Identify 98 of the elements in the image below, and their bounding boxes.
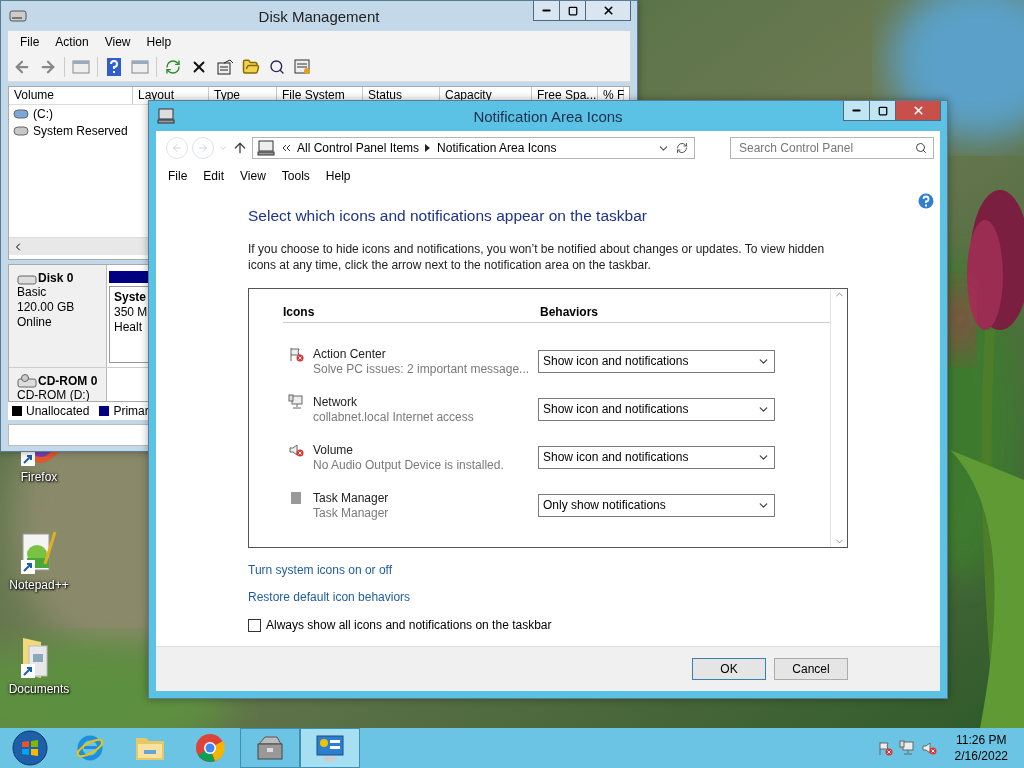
overflow-chevron-icon[interactable] [281, 144, 291, 152]
disk-name: CD-ROM 0 [38, 374, 98, 388]
console-tree-icon[interactable] [71, 57, 91, 77]
disk-name: Disk 0 [38, 271, 74, 285]
checkbox[interactable] [248, 618, 261, 632]
menu-item[interactable]: File [160, 169, 196, 183]
disk-volume-icon [13, 125, 29, 136]
window-title: Disk Management [258, 7, 380, 25]
window-title: Notification Area Icons [473, 107, 623, 125]
help-icon[interactable] [918, 193, 934, 209]
disk-info: 120.00 GB [17, 300, 75, 315]
ok-button[interactable]: OK [692, 658, 766, 680]
cancel-button[interactable]: Cancel [774, 658, 848, 680]
disk-info: CD-ROM (D:) [17, 388, 90, 401]
clock[interactable]: 11:26 PM 2/16/2022 [942, 732, 1018, 764]
checkbox-label[interactable]: Always show all icons and notifications on the taskbar [266, 618, 552, 632]
breadcrumb[interactable]: Notification Area Icons [437, 141, 557, 155]
drive-name[interactable]: System Reserved [33, 123, 128, 138]
search-field[interactable]: Search Control Panel [730, 137, 934, 159]
disk-drive-icon [9, 8, 27, 24]
breadcrumb[interactable]: All Control Panel Items [297, 141, 420, 155]
up-icon[interactable] [232, 140, 248, 156]
menu-item[interactable]: Edit [195, 169, 233, 183]
properties-icon[interactable] [215, 57, 235, 77]
browser-icon [75, 733, 105, 763]
icon-name: Network [313, 393, 358, 410]
menu-item[interactable]: Tools [273, 169, 318, 183]
computer-icon [157, 108, 175, 124]
forward-arrow-icon [197, 142, 209, 154]
legend-label: Primar [113, 404, 149, 418]
icon-description: No Audio Output Device is installed. [313, 457, 504, 473]
desktop-icon-label[interactable]: Documents [8, 682, 70, 696]
refresh-icon[interactable] [676, 142, 688, 154]
icon-description: collabnet.local Internet access [313, 409, 474, 425]
chrome-icon [195, 733, 225, 763]
partition-info: Healt [114, 320, 142, 335]
link[interactable]: Restore default icon behaviors [248, 590, 411, 604]
computer-icon [257, 140, 275, 156]
close-icon [911, 104, 925, 117]
behavior-dropdown[interactable]: Show icon and notifications [538, 445, 775, 469]
speaker-muted-icon [288, 441, 304, 458]
menu-item[interactable]: View [232, 169, 274, 183]
icon-name: Action Center [313, 345, 387, 362]
icon-description: Solve PC issues: 2 important message... [313, 361, 530, 377]
network-icon [288, 393, 304, 410]
behavior-dropdown[interactable]: Only show notifications [538, 493, 775, 517]
desktop-icon-label[interactable]: Notepad++ [9, 578, 69, 592]
flag-alert-icon [288, 345, 304, 362]
partition-info: 350 M [114, 305, 148, 320]
maximize-button[interactable] [869, 101, 896, 121]
flag-alert-icon[interactable] [876, 740, 893, 756]
breadcrumb-arrow-icon[interactable] [425, 144, 432, 152]
maximize-icon [877, 105, 888, 116]
icon-name: Task Manager [313, 489, 389, 506]
icon-description: Task Manager [313, 505, 389, 521]
network-icon[interactable] [898, 740, 915, 756]
taskbar-app-button[interactable] [240, 728, 300, 768]
menu-item[interactable]: File [12, 35, 48, 49]
disk-volume-icon [13, 108, 29, 119]
description-text: If you choose to hide icons and notifications, you won’t be notified about changes or updates. To view hidden icons at any time, click the arrow next to the notification area on the taskbar. [248, 241, 826, 273]
maximize-button[interactable] [559, 1, 586, 21]
minimize-button[interactable] [843, 101, 870, 121]
menu-item[interactable]: View [96, 35, 139, 49]
back-arrow-icon [171, 142, 183, 154]
close-button[interactable] [585, 1, 631, 21]
toolbox-icon [255, 734, 285, 762]
refresh-icon[interactable] [163, 57, 183, 77]
help-icon[interactable] [104, 57, 124, 77]
search-icon[interactable] [915, 142, 927, 154]
menu-item[interactable]: Help [138, 35, 180, 49]
maximize-icon [567, 5, 578, 16]
behavior-dropdown[interactable]: Show icon and notifications [538, 397, 775, 421]
link[interactable]: Turn system icons on or off [248, 563, 393, 577]
behavior-dropdown[interactable]: Show icon and notifications [538, 349, 775, 373]
control-panel-icon [314, 733, 346, 763]
desktop-icon-label[interactable]: Firefox [20, 470, 58, 484]
column-header: Behaviors [540, 305, 600, 321]
menu-item[interactable]: Help [317, 169, 359, 183]
disk-info: Online [17, 315, 52, 330]
taskbar-app-button[interactable] [300, 728, 360, 768]
action-pane-icon[interactable] [130, 57, 150, 77]
icon-name: Volume [313, 441, 355, 458]
disk-info: Basic [17, 285, 47, 300]
column-header: Icons [283, 305, 316, 321]
settings-icon[interactable] [293, 57, 313, 77]
partition-name: Syste [114, 290, 147, 305]
page-heading: Select which icons and notifications appear on the taskbar [248, 207, 648, 225]
address-bar[interactable]: All Control Panel Items Notification Area Icons [252, 137, 695, 159]
legend-label: Unallocated [26, 404, 90, 418]
close-icon [601, 4, 615, 17]
task-manager-icon [288, 489, 304, 506]
column-header[interactable]: Volume [9, 87, 133, 104]
cd-drive-icon [17, 374, 37, 388]
menu-item[interactable]: Action [47, 35, 97, 49]
drive-name[interactable]: (C:) [33, 106, 53, 121]
minimize-button[interactable] [533, 1, 560, 21]
folder-open-icon[interactable] [241, 57, 261, 77]
speaker-muted-icon[interactable] [920, 740, 937, 756]
